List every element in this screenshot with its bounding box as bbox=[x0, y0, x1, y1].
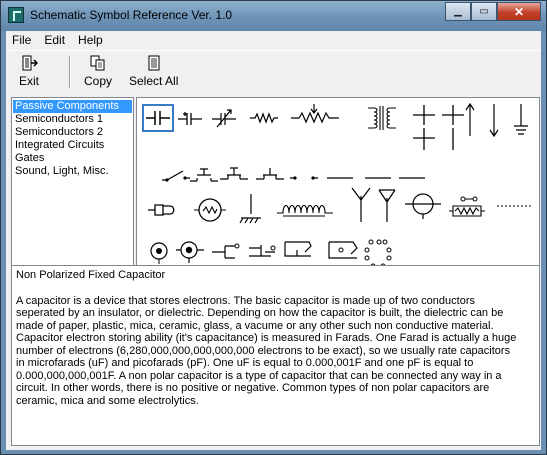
caption-buttons: ▁ ▭ ✕ bbox=[445, 2, 541, 21]
resistor-symbol[interactable] bbox=[249, 105, 279, 131]
antenna-symbol[interactable] bbox=[349, 186, 373, 224]
menu-bar: File Edit Help bbox=[6, 31, 541, 50]
toolbar: Exit Copy Select All bbox=[6, 50, 541, 92]
antenna-dipole-symbol[interactable] bbox=[375, 186, 399, 224]
transformer-symbol[interactable] bbox=[366, 102, 398, 134]
app-window: Schematic Symbol Reference Ver. 1.0 ▁ ▭ … bbox=[0, 0, 547, 455]
description-box[interactable]: Non Polarized Fixed Capacitor A capacito… bbox=[11, 265, 540, 446]
pushbutton-nc-symbol[interactable] bbox=[219, 162, 249, 188]
exit-label: Exit bbox=[19, 74, 40, 88]
pushbutton-no-symbol[interactable] bbox=[189, 164, 219, 190]
wire-tee-symbol[interactable] bbox=[409, 128, 439, 154]
potentiometer-symbol[interactable] bbox=[289, 102, 341, 128]
toolbar-separator bbox=[69, 56, 71, 88]
maximize-icon: ▭ bbox=[479, 6, 489, 17]
category-list[interactable]: Passive Components Semiconductors 1 Semi… bbox=[11, 97, 134, 279]
dashed-line-symbol[interactable] bbox=[495, 196, 535, 218]
relay-contact-symbol[interactable] bbox=[255, 162, 285, 188]
close-button[interactable]: ✕ bbox=[497, 2, 541, 21]
capacitor-polar-symbol[interactable] bbox=[175, 105, 205, 131]
symbol-grid bbox=[136, 97, 540, 279]
description-body: A capacitor is a device that stores elec… bbox=[16, 294, 517, 407]
description-title: Non Polarized Fixed Capacitor bbox=[16, 269, 166, 281]
exit-door-icon bbox=[22, 55, 38, 71]
select-all-label: Select All bbox=[129, 74, 179, 88]
wire-open-symbol[interactable] bbox=[397, 164, 427, 190]
arrow-down-symbol[interactable] bbox=[487, 102, 501, 138]
category-item-integrated-circuits[interactable]: Integrated Circuits bbox=[13, 139, 132, 152]
fuse-symbol[interactable] bbox=[447, 195, 487, 221]
window-title: Schematic Symbol Reference Ver. 1.0 bbox=[30, 8, 233, 22]
copy-label: Copy bbox=[84, 74, 113, 88]
capacitor-variable-symbol[interactable] bbox=[209, 105, 239, 131]
document-icon bbox=[148, 55, 160, 71]
copy-button[interactable]: Copy bbox=[84, 54, 112, 92]
switched-jack-symbol[interactable] bbox=[327, 238, 361, 264]
coax-symbol[interactable] bbox=[403, 192, 443, 220]
category-item-semiconductors-2[interactable]: Semiconductors 2 bbox=[13, 126, 132, 139]
select-all-button[interactable]: Select All bbox=[129, 54, 178, 92]
close-icon: ✕ bbox=[513, 4, 525, 19]
speaker-symbol[interactable] bbox=[145, 238, 175, 264]
plug-symbol[interactable] bbox=[147, 196, 177, 222]
menu-edit[interactable]: Edit bbox=[38, 31, 72, 50]
wire-end-symbol[interactable] bbox=[438, 128, 468, 154]
minimize-button[interactable]: ▁ bbox=[445, 2, 471, 21]
menu-help[interactable]: Help bbox=[72, 31, 110, 50]
exit-button[interactable]: Exit bbox=[19, 54, 39, 92]
category-item-passive-components[interactable]: Passive Components bbox=[13, 100, 132, 113]
wire-junction-symbol[interactable] bbox=[409, 103, 439, 129]
category-item-gates[interactable]: Gates bbox=[13, 152, 132, 165]
title-bar[interactable]: Schematic Symbol Reference Ver. 1.0 ▁ ▭ … bbox=[1, 1, 546, 31]
meter-symbol[interactable] bbox=[193, 195, 227, 225]
inductor-core-symbol[interactable] bbox=[275, 197, 335, 219]
phone-jack-symbol[interactable] bbox=[247, 238, 277, 264]
capacitor-nonpolar-symbol[interactable] bbox=[142, 104, 174, 132]
microphone-symbol[interactable] bbox=[175, 238, 205, 264]
ground-symbol[interactable] bbox=[511, 102, 531, 138]
app-icon bbox=[8, 7, 24, 23]
stereo-jack-symbol[interactable] bbox=[281, 238, 315, 264]
chassis-ground-symbol[interactable] bbox=[237, 192, 265, 224]
terminals-symbol[interactable] bbox=[289, 164, 319, 190]
maximize-button[interactable]: ▭ bbox=[471, 2, 497, 21]
jack-symbol[interactable] bbox=[211, 238, 241, 264]
client-area: File Edit Help Exit Copy Select All Pass… bbox=[6, 31, 541, 450]
menu-file[interactable]: File bbox=[6, 31, 38, 50]
minimize-icon: ▁ bbox=[454, 6, 462, 17]
category-item-sound-light-misc[interactable]: Sound, Light, Misc. bbox=[13, 165, 132, 178]
category-item-semiconductors-1[interactable]: Semiconductors 1 bbox=[13, 113, 132, 126]
copy-pages-icon bbox=[90, 55, 105, 71]
switch-spst-symbol[interactable] bbox=[161, 164, 191, 190]
